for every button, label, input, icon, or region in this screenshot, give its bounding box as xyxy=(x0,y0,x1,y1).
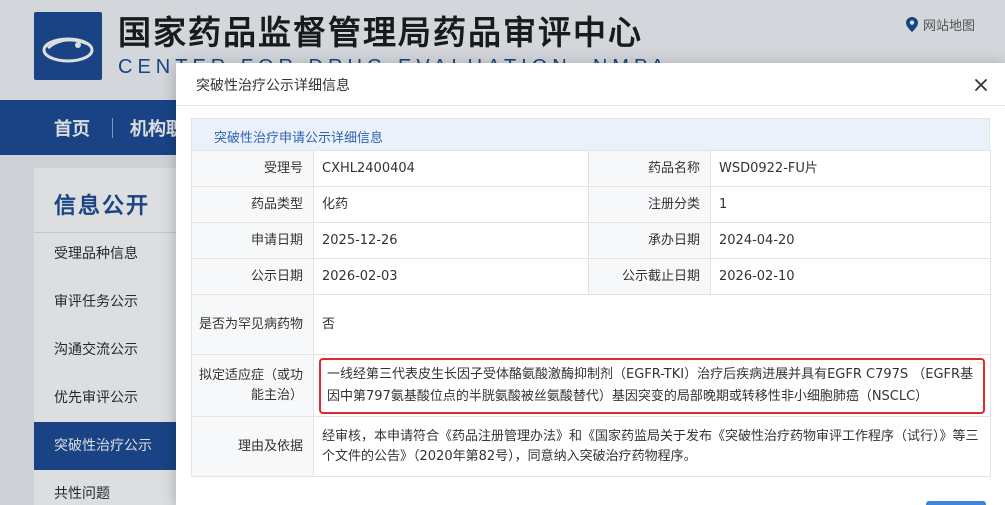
reason-value: 经审核，本申请符合《药品注册管理办法》和《国家药监局关于发布《突破性治疗药物审评… xyxy=(313,416,991,477)
accept-no-value: CXHL2400404 xyxy=(313,150,589,187)
publish-date-label: 公示日期 xyxy=(191,258,314,295)
table-row: 是否为罕见病药物 否 xyxy=(191,294,991,355)
accept-no-label: 受理号 xyxy=(191,150,314,187)
deadline-label: 公示截止日期 xyxy=(588,258,711,295)
indication-highlight: 一线经第三代表皮生长因子受体酪氨酸激酶抑制剂（EGFR-TKI）治疗后疾病进展并… xyxy=(319,357,985,414)
table-row: 受理号 CXHL2400404 药品名称 WSD0922-FU片 xyxy=(191,150,991,187)
indication-label: 拟定适应症（或功能主治） xyxy=(191,354,314,417)
reason-label: 理由及依据 xyxy=(191,416,314,477)
table-row: 公示日期 2026-02-03 公示截止日期 2026-02-10 xyxy=(191,258,991,295)
detail-table: 受理号 CXHL2400404 药品名称 WSD0922-FU片 药品类型 化药… xyxy=(191,150,991,477)
drug-name-label: 药品名称 xyxy=(588,150,711,187)
table-row: 拟定适应症（或功能主治） 一线经第三代表皮生长因子受体酪氨酸激酶抑制剂（EGFR… xyxy=(191,354,991,417)
deadline-value: 2026-02-10 xyxy=(710,258,991,295)
detail-modal: 突破性治疗公示详细信息 突破性治疗申请公示详细信息 受理号 CXHL240040… xyxy=(176,63,1005,505)
close-button[interactable] xyxy=(971,75,991,95)
table-row: 申请日期 2025-12-26 承办日期 2024-04-20 xyxy=(191,222,991,259)
apply-date-value: 2025-12-26 xyxy=(313,222,589,259)
section-header: 突破性治疗申请公示详细信息 xyxy=(191,118,990,151)
drug-type-value: 化药 xyxy=(313,186,589,223)
modal-header: 突破性治疗公示详细信息 xyxy=(176,63,1005,106)
reg-class-value: 1 xyxy=(710,186,991,223)
apply-date-label: 申请日期 xyxy=(191,222,314,259)
table-row: 理由及依据 经审核，本申请符合《药品注册管理办法》和《国家药监局关于发布《突破性… xyxy=(191,416,991,477)
indication-cell: 一线经第三代表皮生长因子受体酪氨酸激酶抑制剂（EGFR-TKI）治疗后疾病进展并… xyxy=(313,354,991,417)
drug-type-label: 药品类型 xyxy=(191,186,314,223)
table-row: 药品类型 化药 注册分类 1 xyxy=(191,186,991,223)
modal-title: 突破性治疗公示详细信息 xyxy=(196,78,350,94)
section-title: 突破性治疗申请公示详细信息 xyxy=(214,131,384,146)
publish-date-value: 2026-02-03 xyxy=(313,258,589,295)
handle-date-value: 2024-04-20 xyxy=(710,222,991,259)
rare-disease-value: 否 xyxy=(313,294,991,355)
close-icon xyxy=(975,79,987,91)
reg-class-label: 注册分类 xyxy=(588,186,711,223)
partial-button[interactable] xyxy=(926,501,986,505)
handle-date-label: 承办日期 xyxy=(588,222,711,259)
drug-name-value: WSD0922-FU片 xyxy=(710,150,991,187)
rare-disease-label: 是否为罕见病药物 xyxy=(191,294,314,355)
